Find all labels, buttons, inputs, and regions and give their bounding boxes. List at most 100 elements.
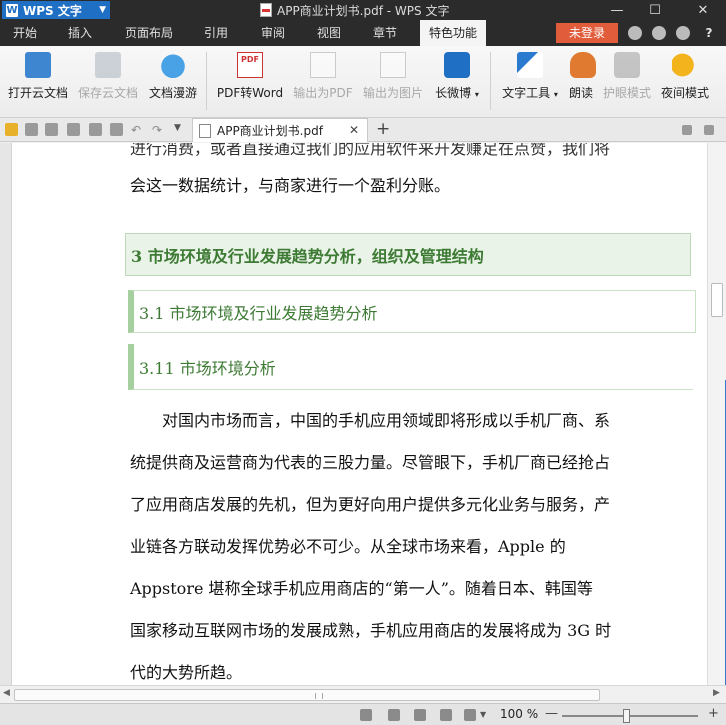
- export-image-button[interactable]: 输出为图片: [360, 52, 426, 112]
- print-icon[interactable]: [67, 123, 80, 136]
- ribbon-toolbar: 打开云文档 保存云文档 文档漫游 PDF转Word 输出为PDF 输出为图片 长…: [0, 46, 726, 118]
- eye-protection-icon[interactable]: [464, 709, 476, 721]
- maximize-button[interactable]: ☐: [640, 0, 670, 20]
- menu-view[interactable]: 视图: [306, 20, 352, 46]
- window-title-area: APP商业计划书.pdf - WPS 文字: [260, 2, 449, 18]
- tab-document-label: APP商业计划书.pdf: [217, 124, 323, 138]
- menu-page-layout[interactable]: 页面布局: [118, 20, 180, 46]
- dropdown-arrow-icon: ▾: [553, 90, 558, 99]
- zoom-level[interactable]: 100 %: [500, 707, 538, 721]
- horizontal-scroll-thumb[interactable]: [14, 689, 600, 701]
- window-title: APP商业计划书.pdf - WPS 文字: [277, 3, 450, 18]
- text-tools-button[interactable]: 文字工具 ▾: [498, 52, 562, 112]
- tab-document[interactable]: APP商业计划书.pdf ✕: [192, 118, 368, 142]
- web-view-icon[interactable]: [440, 709, 452, 721]
- scroll-left-icon[interactable]: ◀: [3, 688, 10, 698]
- login-button[interactable]: 未登录: [556, 23, 618, 43]
- paragraph-line: 统提供商及运营商为代表的三股力量。尽管眼下，手机厂商已经抢占: [130, 453, 611, 472]
- doc-roaming-button[interactable]: 文档漫游: [146, 52, 200, 112]
- paragraph-line: 国家移动互联网市场的发展成熟，手机应用商店的发展将成为 3G 时: [130, 621, 612, 640]
- night-mode-button[interactable]: 夜间模式: [658, 52, 712, 112]
- sync-icon[interactable]: [652, 26, 666, 40]
- horizontal-scrollbar[interactable]: ◀ ▶: [0, 685, 726, 703]
- paragraph-line: 业链各方联动发挥优势必不可少。从全球市场来看，Apple 的: [130, 537, 566, 556]
- heading-level-1: 3 市场环境及行业发展趋势分析，组织及管理结构: [125, 233, 691, 276]
- tab-menu-icon[interactable]: [704, 125, 714, 135]
- export-icon[interactable]: [45, 123, 58, 136]
- menu-home[interactable]: 开始: [0, 20, 50, 46]
- document-page[interactable]: 进行消费，或者直接通过我们的应用软件来开发赚足在点赞，我们将 会这一数据统计，与…: [12, 143, 707, 685]
- save-cloud-doc-button[interactable]: 保存云文档: [76, 52, 140, 112]
- body-line: 会这一数据统计，与商家进行一个盈利分账。: [130, 176, 451, 195]
- moon-icon: [672, 52, 698, 78]
- new-tab-button[interactable]: +: [376, 119, 390, 139]
- eye-care-mode-button[interactable]: 护眼模式: [600, 52, 654, 112]
- copy-format-icon[interactable]: [110, 123, 123, 136]
- paragraph-line: 代的大势所趋。: [130, 663, 243, 682]
- menu-review[interactable]: 审阅: [250, 20, 296, 46]
- chevron-down-icon: ▼: [99, 5, 106, 15]
- app-name: WPS 文字: [23, 3, 82, 18]
- text-tools-icon: [517, 52, 543, 78]
- dropdown-arrow-icon: ▾: [474, 90, 479, 99]
- cloud-folder-icon: [25, 52, 51, 78]
- ribbon-divider: [490, 52, 491, 110]
- close-button[interactable]: ✕: [688, 0, 718, 20]
- export-image-icon: [380, 52, 406, 78]
- chevron-down-icon[interactable]: ▼: [480, 710, 492, 722]
- vertical-scroll-thumb[interactable]: [711, 283, 723, 317]
- paragraph-line: 对国内市场而言，中国的手机应用领域即将形成以手机厂商、系: [130, 411, 611, 430]
- minimize-button[interactable]: —: [602, 0, 632, 20]
- wps-logo-icon: W: [6, 3, 18, 17]
- tab-bar: ↶ ↷ ▼ APP商业计划书.pdf ✕ +: [0, 118, 726, 142]
- long-weibo-button[interactable]: 长微博 ▾: [432, 52, 482, 112]
- menu-insert[interactable]: 插入: [55, 20, 105, 46]
- menu-special-features[interactable]: 特色功能: [420, 20, 486, 46]
- tab-list-icon[interactable]: [682, 125, 692, 135]
- ribbon-divider: [206, 52, 207, 110]
- zoom-slider-track[interactable]: [562, 715, 698, 717]
- page-view-icon[interactable]: [388, 709, 400, 721]
- open-cloud-doc-button[interactable]: 打开云文档: [6, 52, 70, 112]
- shirt-icon[interactable]: [676, 26, 690, 40]
- print-preview-icon[interactable]: [89, 123, 102, 136]
- open-folder-icon[interactable]: [5, 123, 18, 136]
- fullscreen-icon[interactable]: [360, 709, 372, 721]
- zoom-slider-handle[interactable]: [623, 709, 630, 723]
- microphone-icon: [569, 52, 596, 78]
- zoom-out-button[interactable]: —: [545, 706, 558, 721]
- menu-section[interactable]: 章节: [361, 20, 409, 46]
- redo-icon[interactable]: ↷: [152, 123, 165, 137]
- cloud-save-icon: [95, 52, 121, 78]
- paragraph-line: 了应用商店发展的先机，但为更好向用户提供多元化业务与服务，产: [130, 495, 611, 514]
- heading-level-3: 3.11 市场环境分析: [128, 344, 693, 390]
- help-button[interactable]: ?: [698, 20, 720, 46]
- cloud-icon: [160, 52, 186, 78]
- app-menu-button[interactable]: W WPS 文字 ▼: [2, 1, 110, 19]
- menu-bar: 开始 插入 页面布局 引用 审阅 视图 章节 特色功能 未登录 ?: [0, 20, 726, 46]
- eye-care-icon: [614, 52, 640, 78]
- document-icon: [199, 123, 211, 138]
- close-tab-icon[interactable]: ✕: [349, 123, 359, 137]
- save-icon[interactable]: [25, 123, 38, 136]
- title-bar: W WPS 文字 ▼ APP商业计划书.pdf - WPS 文字 — ☐ ✕: [0, 0, 726, 20]
- export-pdf-button[interactable]: 输出为PDF: [292, 52, 354, 112]
- pdf-icon: [237, 52, 263, 78]
- outline-view-icon[interactable]: [414, 709, 426, 721]
- scroll-grip: [315, 693, 323, 699]
- undo-icon[interactable]: ↶: [131, 123, 144, 137]
- pdf-to-word-button[interactable]: PDF转Word: [214, 52, 286, 112]
- scroll-right-icon[interactable]: ▶: [713, 688, 720, 698]
- chevron-down-icon[interactable]: ▼: [174, 123, 187, 136]
- weibo-icon: [444, 52, 470, 78]
- status-bar: ▼ 100 % — +: [0, 703, 726, 725]
- vertical-scrollbar[interactable]: [707, 143, 726, 685]
- left-margin: [0, 143, 12, 685]
- menu-references[interactable]: 引用: [193, 20, 239, 46]
- export-pdf-icon: [310, 52, 336, 78]
- document-area: 进行消费，或者直接通过我们的应用软件来开发赚足在点赞，我们将 会这一数据统计，与…: [0, 143, 726, 685]
- pdf-file-icon: [260, 3, 272, 17]
- skin-icon[interactable]: [628, 26, 642, 40]
- read-aloud-button[interactable]: 朗读: [564, 52, 598, 112]
- zoom-in-button[interactable]: +: [708, 706, 719, 721]
